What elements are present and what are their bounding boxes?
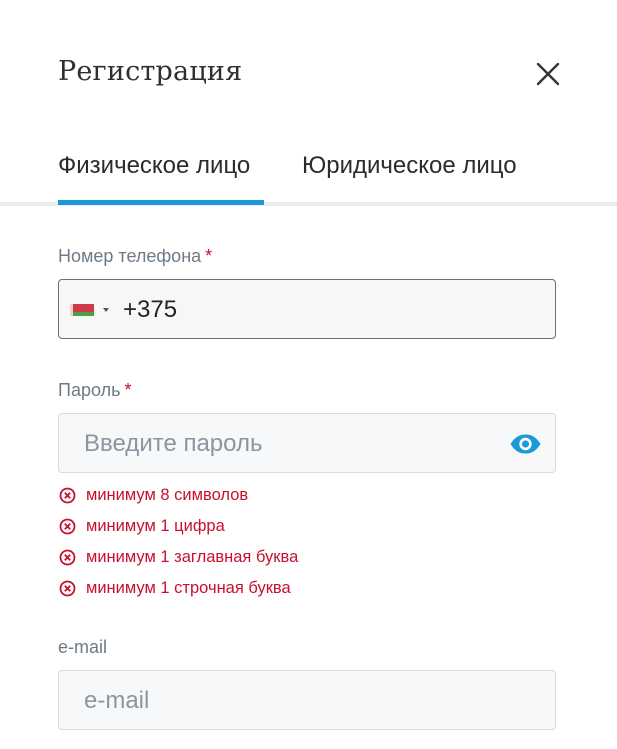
- error-circle-icon: [59, 518, 76, 535]
- close-icon[interactable]: [534, 60, 562, 88]
- email-label: e-mail: [58, 637, 108, 657]
- tab-individual[interactable]: Физическое лицо: [58, 152, 250, 180]
- password-rule-text: минимум 1 строчная буква: [86, 579, 291, 597]
- chevron-down-icon[interactable]: [103, 308, 109, 312]
- error-circle-icon: [59, 549, 76, 566]
- phone-label: Номер телефона *: [58, 246, 212, 267]
- account-type-tabs: Физическое лицо Юридическое лицо: [0, 140, 617, 206]
- password-label-text: Пароль: [58, 380, 121, 400]
- password-rule-text: минимум 1 заглавная буква: [86, 548, 299, 566]
- registration-modal: Регистрация Физическое лицо Юридическое …: [0, 0, 617, 749]
- password-input[interactable]: [84, 429, 484, 459]
- phone-field: [58, 279, 556, 339]
- error-circle-icon: [59, 580, 76, 597]
- email-input[interactable]: [84, 686, 484, 716]
- email-field: [58, 670, 556, 730]
- required-mark: *: [205, 246, 213, 266]
- phone-label-text: Номер телефона: [58, 246, 202, 266]
- active-tab-indicator: [58, 200, 264, 205]
- password-rule-text: минимум 8 символов: [86, 486, 249, 504]
- error-circle-icon: [59, 487, 76, 504]
- tab-legal-entity[interactable]: Юридическое лицо: [302, 152, 517, 180]
- phone-input[interactable]: [123, 295, 543, 325]
- belarus-flag-icon[interactable]: [70, 304, 94, 316]
- eye-icon[interactable]: [509, 433, 542, 455]
- password-label: Пароль *: [58, 380, 131, 401]
- password-rule-text: минимум 1 цифра: [86, 517, 225, 535]
- required-mark: *: [124, 380, 132, 400]
- modal-title: Регистрация: [58, 56, 243, 87]
- password-field: [58, 413, 556, 473]
